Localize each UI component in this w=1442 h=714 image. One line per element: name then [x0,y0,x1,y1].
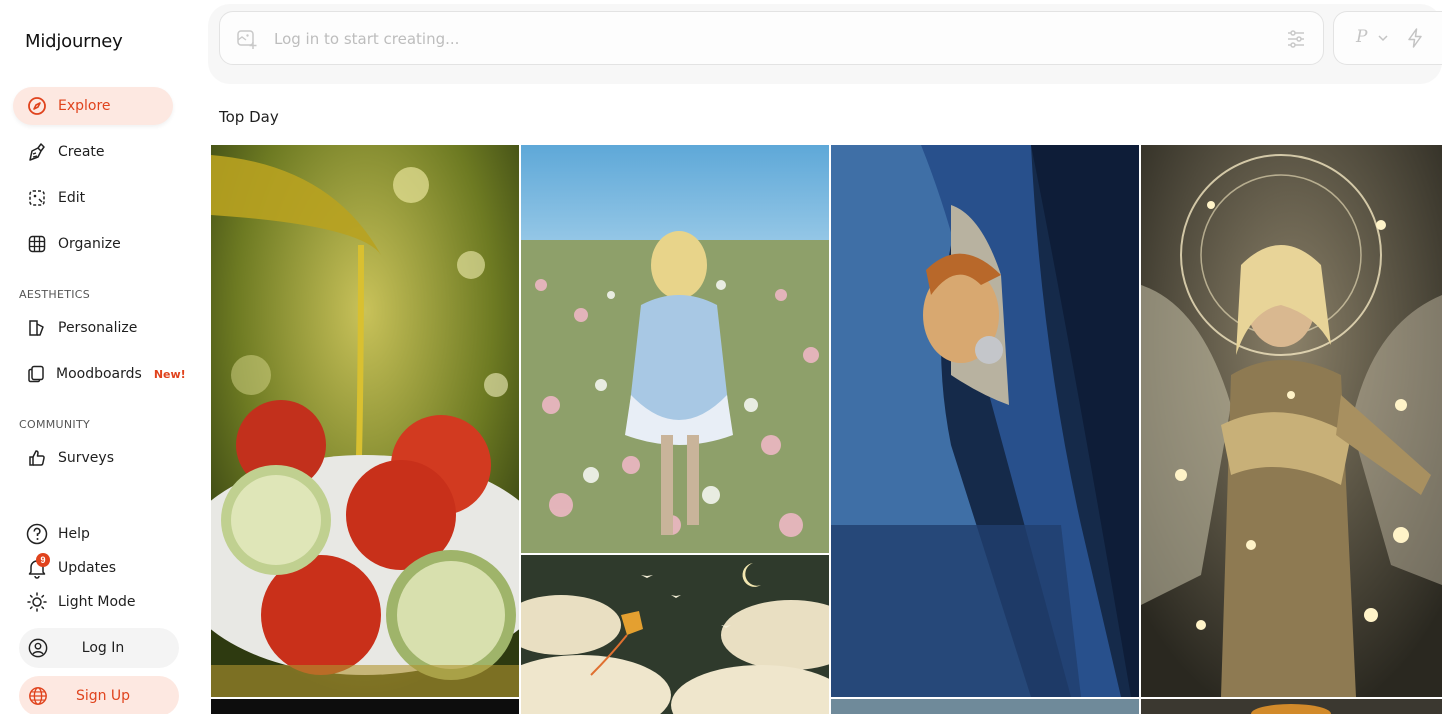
help-icon [26,523,48,545]
light-mode-label: Light Mode [58,594,136,610]
globe-icon [27,685,49,707]
nav-edit-label: Edit [58,190,86,206]
brush-icon [26,141,48,163]
moodboards-icon [26,363,46,385]
mode-letter: P [1356,27,1368,47]
gallery-heading: Top Day [219,108,279,126]
nav-create-label: Create [58,144,105,160]
nav-surveys[interactable]: Surveys [13,439,173,477]
gallery-image-salad[interactable] [211,145,519,697]
prompt-bar[interactable] [219,11,1324,65]
gallery-image-train-window[interactable] [831,145,1139,697]
nav-edit[interactable]: Edit [13,179,173,217]
nav-moodboards[interactable]: Moodboards New! [13,355,186,393]
nav-personalize[interactable]: Personalize [13,309,173,347]
gallery-image-kite-clouds[interactable] [521,555,829,714]
image-add-icon[interactable] [236,28,258,50]
nav-surveys-label: Surveys [58,450,114,466]
gallery-image-partial-1[interactable] [211,699,519,714]
nav-organize[interactable]: Organize [13,225,173,263]
help-label: Help [58,526,90,542]
sun-icon [26,591,48,613]
gallery-image-flower-field[interactable] [521,145,829,553]
app-root: Midjourney Explore Create Edit Organize [0,0,1442,714]
log-in-button[interactable]: Log In [19,628,179,668]
updates-label: Updates [58,560,116,576]
sliders-icon[interactable] [1285,28,1307,50]
help-link[interactable]: Help [26,521,90,547]
nav-moodboards-label: Moodboards [56,366,142,382]
grid-icon [26,233,48,255]
log-in-label: Log In [81,640,125,656]
edit-frame-icon [26,187,48,209]
nav-personalize-label: Personalize [58,320,138,336]
community-section-title: COMMUNITY [19,418,90,431]
personalize-icon [26,317,48,339]
mode-selector[interactable]: P [1333,11,1442,65]
gallery-image-golden-angel[interactable] [1141,145,1442,697]
light-mode-toggle[interactable]: Light Mode [26,589,136,615]
thumbs-up-icon [26,447,48,469]
updates-link[interactable]: 9 Updates [26,553,116,581]
gallery-image-partial-4[interactable] [1141,699,1442,714]
chevron-down-icon [1376,30,1390,44]
lightning-icon[interactable] [1404,27,1426,49]
prompt-input[interactable] [274,26,1254,52]
sidebar: Midjourney Explore Create Edit Organize [0,0,200,714]
new-badge: New! [153,367,186,381]
nav-explore[interactable]: Explore [13,87,173,125]
gallery-image-partial-3[interactable] [831,699,1139,714]
bell-icon: 9 [26,553,50,579]
sign-up-label: Sign Up [75,688,131,704]
aesthetics-section-title: AESTHETICS [19,288,91,301]
sign-up-button[interactable]: Sign Up [19,676,179,714]
updates-badge: 9 [36,553,50,567]
user-circle-icon [27,637,49,659]
nav-organize-label: Organize [58,236,121,252]
compass-icon [26,95,48,117]
brand-logo[interactable]: Midjourney [25,31,123,52]
nav-create[interactable]: Create [13,133,173,171]
nav-explore-label: Explore [58,98,111,114]
